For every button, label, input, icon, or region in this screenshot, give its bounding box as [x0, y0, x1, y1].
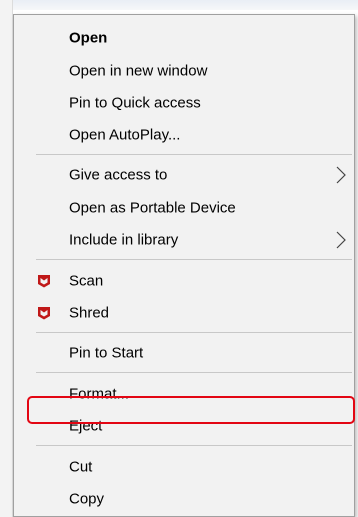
- menu-item-label: Pin to Start: [69, 344, 144, 362]
- chevron-right-icon: [336, 231, 346, 249]
- menu-separator: [36, 332, 352, 333]
- background-window-edge: [0, 0, 13, 517]
- menu-item-label: Open AutoPlay...: [69, 126, 181, 144]
- menu-item-format[interactable]: Format...: [14, 378, 354, 410]
- menu-item-scan[interactable]: Scan: [14, 265, 354, 297]
- menu-item-give-access-to[interactable]: Give access to: [14, 159, 354, 191]
- menu-item-label: Format...: [69, 385, 130, 403]
- context-menu: Open Open in new window Pin to Quick acc…: [13, 14, 355, 517]
- menu-item-cut[interactable]: Cut: [14, 451, 354, 483]
- menu-item-label: Eject: [69, 417, 103, 435]
- menu-separator: [36, 154, 352, 155]
- chevron-right-icon: [336, 166, 346, 184]
- menu-item-label: Scan: [69, 272, 104, 290]
- menu-item-copy[interactable]: Copy: [14, 483, 354, 515]
- menu-item-open-in-new-window[interactable]: Open in new window: [14, 55, 354, 87]
- menu-item-label: Give access to: [69, 166, 168, 184]
- menu-item-open[interactable]: Open: [14, 22, 354, 54]
- menu-item-open-autoplay[interactable]: Open AutoPlay...: [14, 119, 354, 151]
- menu-item-label: Copy: [69, 490, 105, 508]
- menu-item-label: Open: [69, 29, 108, 47]
- menu-item-include-in-library[interactable]: Include in library: [14, 224, 354, 256]
- menu-item-pin-to-start[interactable]: Pin to Start: [14, 337, 354, 369]
- menu-separator: [36, 445, 352, 446]
- menu-item-eject[interactable]: Eject: [14, 410, 354, 442]
- menu-separator: [36, 372, 352, 373]
- menu-item-pin-to-quick-access[interactable]: Pin to Quick access: [14, 87, 354, 119]
- screen: Open Open in new window Pin to Quick acc…: [0, 0, 358, 517]
- menu-item-label: Shred: [69, 304, 110, 322]
- menu-item-open-as-portable-device[interactable]: Open as Portable Device: [14, 192, 354, 224]
- menu-item-shred[interactable]: Shred: [14, 297, 354, 329]
- menu-separator: [36, 259, 352, 260]
- mcafee-shield-icon: [38, 307, 50, 320]
- mcafee-shield-icon: [38, 275, 50, 288]
- menu-item-label: Include in library: [69, 231, 179, 249]
- menu-item-label: Cut: [69, 458, 93, 476]
- background-window-strip: [0, 0, 358, 10]
- menu-item-label: Open as Portable Device: [69, 199, 236, 217]
- menu-item-label: Open in new window: [69, 62, 208, 80]
- menu-item-label: Pin to Quick access: [69, 94, 201, 112]
